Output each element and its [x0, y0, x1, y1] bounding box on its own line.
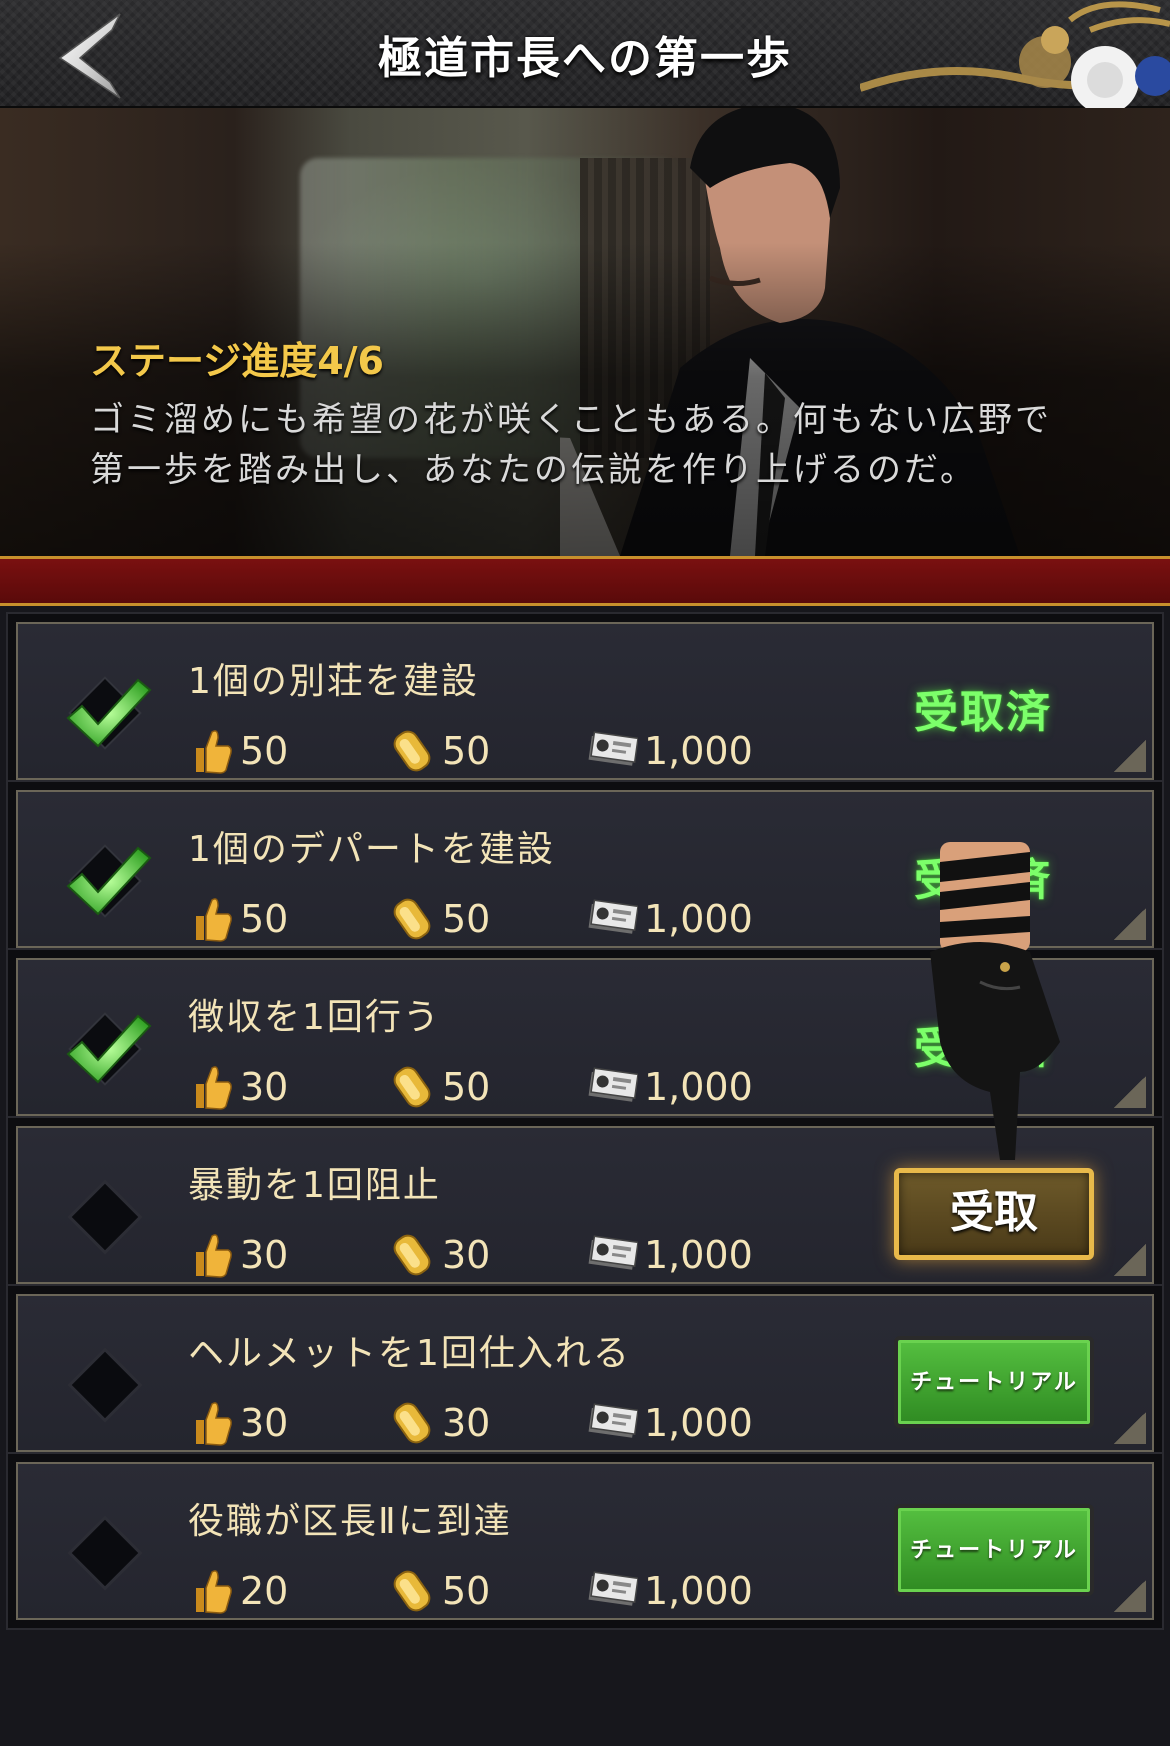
empty-diamond-icon: [67, 1179, 143, 1255]
stage-description: ゴミ溜めにも希望の花が咲くこともある。何もない広野で第一歩を踏み出し、あなたの伝…: [90, 400, 1052, 490]
checkmark-icon: [66, 676, 152, 750]
card-corner: [1114, 740, 1146, 772]
quest-row: 徴収を1回行う 30 50 1,000 受取済: [6, 948, 1164, 1126]
card-corner: [1114, 1580, 1146, 1612]
reward-cash-value: 1,000: [644, 729, 753, 773]
thumbs-up-icon: [196, 898, 232, 942]
reward-gold: 50: [388, 1566, 490, 1616]
claimed-label: 受取済: [914, 855, 1052, 906]
reward-gold-value: 50: [442, 1065, 491, 1109]
card-corner: [1114, 1412, 1146, 1444]
stage-progress: ステージ進度4/6: [90, 339, 385, 383]
stage-banner: ステージ進度4/6 ゴミ溜めにも希望の花が咲くこともある。何もない広野で第一歩を…: [0, 108, 1170, 556]
reward-cash: 1,000: [588, 726, 753, 776]
tutorial-button[interactable]: チュートリアル: [894, 1504, 1094, 1596]
reward-reputation: 20: [190, 1566, 288, 1616]
thumbs-up-icon: [196, 1570, 232, 1614]
reward-gold: 50: [388, 726, 490, 776]
quest-card: 徴収を1回行う 30 50 1,000 受取済: [16, 958, 1154, 1116]
tutorial-button[interactable]: チュートリアル: [894, 1336, 1094, 1428]
gold-bar-icon: [393, 1570, 431, 1612]
quest-row: 1個のデパートを建設 50 50 1,000 受取済: [6, 780, 1164, 958]
reward-reputation-value: 50: [240, 729, 289, 773]
reward-reputation-value: 20: [240, 1569, 289, 1613]
reward-reputation-value: 50: [240, 897, 289, 941]
reward-cash-value: 1,000: [644, 1569, 753, 1613]
thumbs-up-icon: [196, 1066, 232, 1110]
card-corner: [1114, 1244, 1146, 1276]
quest-card: ヘルメットを1回仕入れる 30 30 1,000 チュートリアル: [16, 1294, 1154, 1452]
reward-reputation: 50: [190, 894, 288, 944]
thumbs-up-icon: [196, 730, 232, 774]
divider-band: [0, 556, 1170, 606]
cash-stack-icon: [588, 1235, 638, 1270]
top-bar: 極道市長への第一歩: [0, 0, 1170, 108]
cash-stack-icon: [588, 731, 638, 766]
quest-card: 1個のデパートを建設 50 50 1,000 受取済: [16, 790, 1154, 948]
quest-row: 1個の別荘を建設 50 50 1,000 受取済: [6, 612, 1164, 790]
reward-gold: 50: [388, 1062, 490, 1112]
checkmark-icon: [66, 844, 152, 918]
quest-title: 徴収を1回行う: [188, 997, 441, 1038]
reward-reputation-value: 30: [240, 1065, 289, 1109]
reward-gold: 30: [388, 1230, 490, 1280]
quest-title: 1個の別荘を建設: [188, 661, 479, 702]
quest-card: 暴動を1回阻止 30 30 1,000 受取: [16, 1126, 1154, 1284]
cash-stack-icon: [588, 1571, 638, 1606]
reward-cash-value: 1,000: [644, 1233, 753, 1277]
reward-gold-value: 30: [442, 1233, 491, 1277]
reward-cash-value: 1,000: [644, 897, 753, 941]
gold-bar-icon: [393, 1234, 431, 1276]
reward-gold-value: 50: [442, 897, 491, 941]
quest-row: 暴動を1回阻止 30 30 1,000 受取: [6, 1116, 1164, 1294]
gold-bar-icon: [393, 1066, 431, 1108]
claim-button[interactable]: 受取: [894, 1168, 1094, 1260]
thumbs-up-icon: [196, 1234, 232, 1278]
card-corner: [1114, 908, 1146, 940]
claimed-label: 受取済: [914, 687, 1052, 738]
reward-reputation: 50: [190, 726, 288, 776]
quest-card: 役職が区長Ⅱに到達 20 50 1,000 チュートリアル: [16, 1462, 1154, 1620]
reward-gold-value: 30: [442, 1401, 491, 1445]
reward-cash-value: 1,000: [644, 1065, 753, 1109]
reward-reputation-value: 30: [240, 1401, 289, 1445]
gold-bar-icon: [393, 730, 431, 772]
reward-cash: 1,000: [588, 1062, 753, 1112]
reward-gold: 50: [388, 894, 490, 944]
reward-reputation: 30: [190, 1398, 288, 1448]
reward-cash: 1,000: [588, 1230, 753, 1280]
empty-diamond-icon: [67, 1515, 143, 1591]
reward-cash-value: 1,000: [644, 1401, 753, 1445]
gold-bar-icon: [393, 1402, 431, 1444]
reward-cash: 1,000: [588, 1398, 753, 1448]
checkmark-icon: [66, 1012, 152, 1086]
thumbs-up-icon: [196, 1402, 232, 1446]
cash-stack-icon: [588, 1403, 638, 1438]
reward-reputation: 30: [190, 1230, 288, 1280]
quest-card: 1個の別荘を建設 50 50 1,000 受取済: [16, 622, 1154, 780]
claimed-label: 受取済: [914, 1023, 1052, 1074]
flower-ornament-icon: [860, 1, 1170, 108]
reward-gold-value: 50: [442, 729, 491, 773]
card-corner: [1114, 1076, 1146, 1108]
reward-gold-value: 50: [442, 1569, 491, 1613]
empty-diamond-icon: [67, 1347, 143, 1423]
reward-reputation: 30: [190, 1062, 288, 1112]
quest-row: 役職が区長Ⅱに到達 20 50 1,000 チュートリアル: [6, 1452, 1164, 1630]
quest-title: 暴動を1回阻止: [188, 1165, 441, 1206]
reward-gold: 30: [388, 1398, 490, 1448]
reward-reputation-value: 30: [240, 1233, 289, 1277]
quest-row: ヘルメットを1回仕入れる 30 30 1,000 チュートリアル: [6, 1284, 1164, 1462]
reward-cash: 1,000: [588, 1566, 753, 1616]
quest-title: ヘルメットを1回仕入れる: [188, 1333, 631, 1374]
reward-cash: 1,000: [588, 894, 753, 944]
gold-bar-icon: [393, 898, 431, 940]
cash-stack-icon: [588, 899, 638, 934]
quest-title: 1個のデパートを建設: [188, 829, 555, 870]
cash-stack-icon: [588, 1067, 638, 1102]
quest-title: 役職が区長Ⅱに到達: [188, 1501, 512, 1542]
